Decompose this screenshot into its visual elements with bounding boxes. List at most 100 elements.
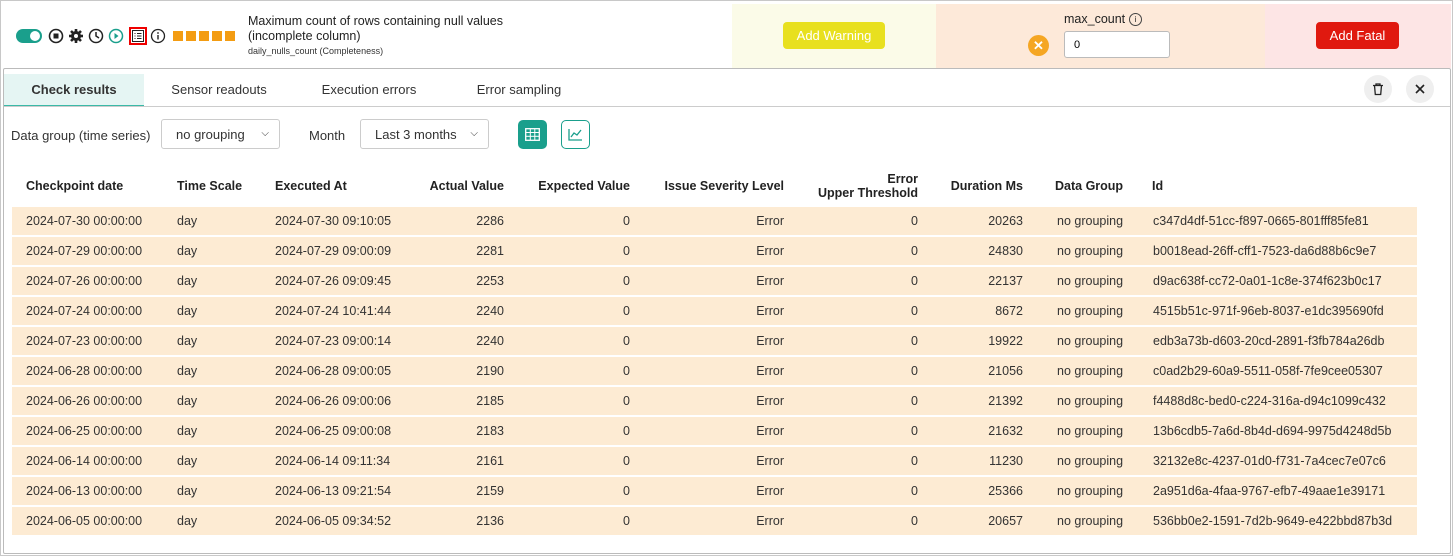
cell-actual-value: 2159 [476,484,504,498]
cell-error-threshold: 0 [911,484,918,498]
cell-actual-value: 2161 [476,454,504,468]
col-actual-value[interactable]: Actual Value [404,179,504,193]
col-expected-value[interactable]: Expected Value [510,179,630,193]
chart-view-button[interactable] [561,120,590,149]
cell-error-threshold: 0 [911,244,918,258]
add-warning-button[interactable]: Add Warning [783,22,885,49]
tab-execution-errors[interactable]: Execution errors [294,74,444,105]
status-bar [186,31,196,41]
cell-time-scale: day [177,454,198,468]
add-fatal-button[interactable]: Add Fatal [1316,22,1399,49]
remove-error-rule-button[interactable]: ✕ [1028,35,1049,56]
table-row[interactable]: 2024-06-05 00:00:00 day 2024-06-05 09:34:5… [12,507,1417,535]
results-tabs: Check results Sensor readouts Execution … [4,74,594,107]
cell-checkpoint-date: 2024-06-28 00:00:00 [26,364,143,378]
cell-executed-at: 2024-06-25 09:00:08 [275,424,392,438]
cell-checkpoint-date: 2024-07-30 00:00:00 [26,214,143,228]
check-toolbar [16,25,238,47]
enable-toggle[interactable] [16,29,42,43]
info-icon[interactable] [149,27,167,45]
status-bar [212,31,222,41]
status-bar [199,31,209,41]
table-row[interactable]: 2024-06-13 00:00:00 day 2024-06-13 09:21:5… [12,477,1417,505]
cell-duration-ms: 20657 [988,514,1023,528]
max-count-input[interactable] [1064,31,1170,58]
tab-error-sampling[interactable]: Error sampling [444,74,594,105]
cell-data-group: no grouping [1057,454,1124,468]
cell-duration-ms: 19922 [988,334,1023,348]
cell-expected-value: 0 [623,364,630,378]
month-select[interactable]: Last 3 months ⌵ [360,119,489,149]
cell-time-scale: day [177,514,198,528]
gear-icon[interactable] [67,27,85,45]
table-row[interactable]: 2024-07-26 00:00:00 day 2024-07-26 09:09:4… [12,267,1417,295]
cell-time-scale: day [177,274,198,288]
cell-severity: Error [756,454,784,468]
table-body: 2024-07-30 00:00:00 day 2024-07-30 09:10:0… [12,207,1417,535]
cell-severity: Error [756,214,784,228]
cell-expected-value: 0 [623,244,630,258]
cell-expected-value: 0 [623,514,630,528]
col-error-line1: Error [887,172,918,186]
cell-severity: Error [756,514,784,528]
cell-checkpoint-date: 2024-06-26 00:00:00 [26,394,143,408]
clock-icon[interactable] [87,27,105,45]
data-group-select[interactable]: no grouping ⌵ [161,119,280,149]
cell-executed-at: 2024-06-28 09:00:05 [275,364,392,378]
cell-actual-value: 2136 [476,514,504,528]
results-panel: Check results Sensor readouts Execution … [3,68,1451,554]
cell-data-group: no grouping [1057,394,1124,408]
tab-divider [4,106,1450,107]
cell-executed-at: 2024-06-13 09:21:54 [275,484,392,498]
cell-expected-value: 0 [623,424,630,438]
run-icon[interactable] [107,27,125,45]
stop-icon[interactable] [47,27,65,45]
table-row[interactable]: 2024-06-25 00:00:00 day 2024-06-25 09:00:0… [12,417,1417,445]
table-row[interactable]: 2024-07-30 00:00:00 day 2024-07-30 09:10:0… [12,207,1417,235]
cell-error-threshold: 0 [911,364,918,378]
cell-time-scale: day [177,484,198,498]
tab-check-results[interactable]: Check results [4,74,144,107]
col-executed-at[interactable]: Executed At [275,179,347,193]
close-panel-button[interactable] [1406,75,1434,103]
table-row[interactable]: 2024-07-24 00:00:00 day 2024-07-24 10:41:4… [12,297,1417,325]
cell-expected-value: 0 [623,484,630,498]
table-view-button[interactable] [518,120,547,149]
cell-error-threshold: 0 [911,214,918,228]
cell-actual-value: 2286 [476,214,504,228]
info-icon[interactable]: i [1129,12,1143,26]
col-data-group[interactable]: Data Group [1055,179,1123,193]
cell-severity: Error [756,364,784,378]
cell-id: c0ad2b29-60a9-5511-058f-7fe9cee05307 [1153,364,1383,378]
cell-checkpoint-date: 2024-06-05 00:00:00 [26,514,143,528]
cell-id: 4515b51c-971f-96eb-8037-e1dc395690fd [1153,304,1384,318]
delete-results-button[interactable] [1364,75,1392,103]
cell-duration-ms: 24830 [988,244,1023,258]
col-time-scale[interactable]: Time Scale [177,179,242,193]
cell-severity: Error [756,424,784,438]
table-row[interactable]: 2024-06-14 00:00:00 day 2024-06-14 09:11:3… [12,447,1417,475]
results-list-icon[interactable] [129,27,147,45]
cell-error-threshold: 0 [911,454,918,468]
cell-duration-ms: 21632 [988,424,1023,438]
cell-id: edb3a73b-d603-20cd-2891-f3fb784a26db [1153,334,1385,348]
col-id[interactable]: Id [1152,179,1163,193]
table-row[interactable]: 2024-07-23 00:00:00 day 2024-07-23 09:00:1… [12,327,1417,355]
col-checkpoint-date[interactable]: Checkpoint date [26,179,123,193]
table-row[interactable]: 2024-06-28 00:00:00 day 2024-06-28 09:00:0… [12,357,1417,385]
col-error-upper-threshold[interactable]: Error Upper Threshold [782,172,918,200]
col-issue-severity[interactable]: Issue Severity Level [634,179,784,193]
cell-actual-value: 2183 [476,424,504,438]
col-duration-ms[interactable]: Duration Ms [924,179,1023,193]
status-bar [173,31,183,41]
cell-error-threshold: 0 [911,274,918,288]
cell-duration-ms: 11230 [989,454,1023,468]
cell-checkpoint-date: 2024-07-23 00:00:00 [26,334,143,348]
cell-checkpoint-date: 2024-07-24 00:00:00 [26,304,143,318]
table-row[interactable]: 2024-06-26 00:00:00 day 2024-06-26 09:00:0… [12,387,1417,415]
table-row[interactable]: 2024-07-29 00:00:00 day 2024-07-29 09:00:0… [12,237,1417,265]
cell-id: b0018ead-26ff-cff1-7523-da6d88b6c9e7 [1153,244,1377,258]
tab-sensor-readouts[interactable]: Sensor readouts [144,74,294,105]
cell-executed-at: 2024-07-29 09:00:09 [275,244,392,258]
status-history-bars [173,31,238,41]
